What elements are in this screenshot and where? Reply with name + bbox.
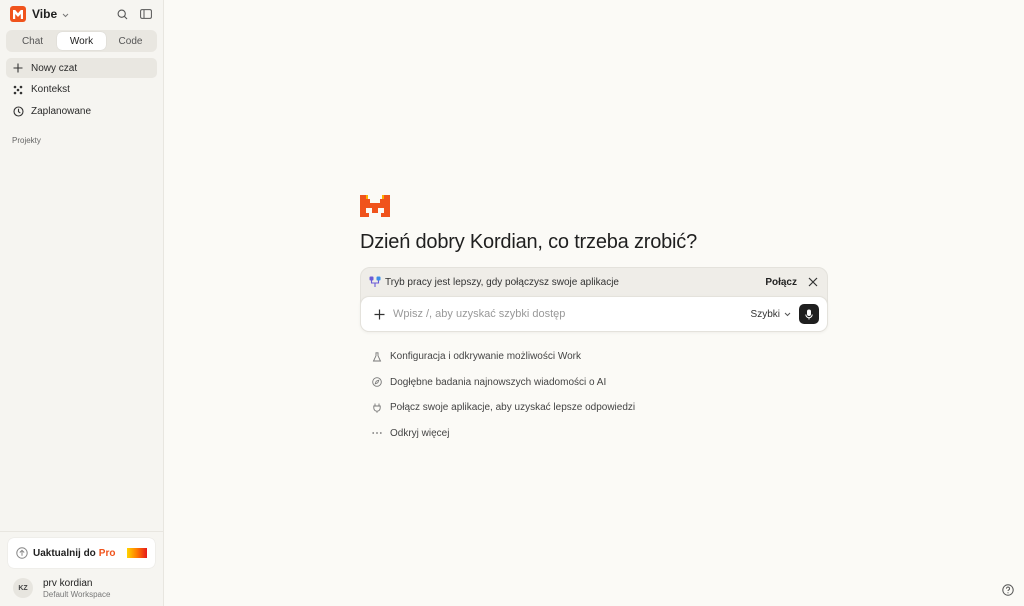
suggestion-label: Dogłębne badania najnowszych wiadomości … (390, 376, 607, 388)
suggestion-item[interactable]: Konfiguracja i odkrywanie możliwości Wor… (360, 344, 828, 370)
plus-icon (12, 62, 24, 74)
main-area: Dzień dobry Kordian, co trzeba zrobić? T… (164, 0, 1024, 606)
app-name[interactable]: Vibe (32, 7, 57, 21)
prompt-input[interactable] (393, 308, 751, 320)
plug-icon (372, 403, 382, 413)
upgrade-label: Uaktualnij do (33, 547, 96, 559)
context-icon (12, 84, 24, 96)
sidebar-item-label: Kontekst (31, 84, 70, 95)
microphone-icon (805, 309, 813, 319)
mode-switch: Chat Work Code (6, 30, 157, 52)
upgrade-button[interactable]: Uaktualnij do Pro (8, 538, 155, 568)
compass-icon (372, 377, 382, 388)
connect-button[interactable]: Połącz (765, 277, 797, 288)
suggestion-item[interactable]: Połącz swoje aplikacje, aby uzyskać leps… (360, 395, 828, 421)
suggestion-item[interactable]: Dogłębne badania najnowszych wiadomości … (360, 370, 828, 396)
apps-connect-icon (369, 276, 381, 288)
sidebar-item-label: Zaplanowane (31, 105, 92, 117)
composer-container: Tryb pracy jest lepszy, gdy połączysz sw… (360, 267, 828, 332)
avatar: KZ (13, 578, 33, 598)
app-logo-icon[interactable] (10, 6, 26, 22)
sidebar-nav: Nowy czat Kontekst Zaplanowane (0, 58, 163, 123)
chevron-down-icon (784, 309, 791, 320)
sidebar-item-label: Nowy czat (31, 62, 78, 74)
ellipsis-icon (372, 428, 382, 438)
projects-section-label: Projekty (12, 135, 41, 145)
sidebar: Vibe Chat Work Code Nowy czat Kontekst Z… (0, 0, 164, 606)
brand-logo-icon (360, 195, 390, 217)
connect-apps-banner: Tryb pracy jest lepszy, gdy połączysz sw… (361, 268, 827, 296)
composer: Szybki (360, 296, 828, 332)
sidebar-item-scheduled[interactable]: Zaplanowane (6, 101, 157, 121)
flask-icon (372, 352, 382, 362)
microphone-button[interactable] (799, 304, 819, 324)
banner-text: Tryb pracy jest lepszy, gdy połączysz sw… (385, 276, 619, 288)
tab-code[interactable]: Code (106, 32, 155, 50)
close-icon[interactable] (807, 276, 819, 288)
chevron-down-icon[interactable] (62, 5, 69, 23)
sidebar-item-new-chat[interactable]: Nowy czat (6, 58, 157, 78)
suggestion-item[interactable]: Odkryj więcej (360, 421, 828, 447)
tab-work[interactable]: Work (57, 32, 106, 50)
clock-icon (12, 105, 24, 117)
user-name: prv kordian (43, 577, 93, 589)
suggestion-label: Połącz swoje aplikacje, aby uzyskać leps… (390, 402, 636, 414)
app-root: Vibe Chat Work Code Nowy czat Kontekst Z… (0, 0, 1024, 606)
attach-plus-icon[interactable] (373, 308, 385, 320)
home-center: Dzień dobry Kordian, co trzeba zrobić? T… (360, 195, 828, 446)
sidebar-toggle-icon[interactable] (139, 7, 153, 21)
model-select-label: Szybki (750, 308, 780, 320)
upgrade-pro-label: Pro (98, 547, 116, 559)
suggestion-label: Odkryj więcej (390, 427, 450, 439)
model-select[interactable]: Szybki (751, 309, 791, 320)
arrow-up-circle-icon (16, 547, 28, 559)
sidebar-item-context[interactable]: Kontekst (6, 80, 157, 100)
pro-gradient-badge (127, 548, 147, 558)
tab-chat[interactable]: Chat (8, 32, 57, 50)
sidebar-header: Vibe (0, 0, 163, 28)
search-icon[interactable] (115, 7, 129, 21)
help-icon[interactable] (1002, 584, 1014, 596)
suggestion-label: Konfiguracja i odkrywanie możliwości Wor… (390, 351, 581, 363)
user-workspace: Default Workspace (43, 589, 111, 599)
page-title: Dzień dobry Kordian, co trzeba zrobić? (360, 231, 698, 253)
user-profile[interactable]: KZ prv kordian Default Workspace (0, 570, 163, 606)
suggestions-list: Konfiguracja i odkrywanie możliwości Wor… (360, 344, 828, 446)
sidebar-footer: Uaktualnij do Pro KZ prv kordian Default… (0, 531, 163, 606)
